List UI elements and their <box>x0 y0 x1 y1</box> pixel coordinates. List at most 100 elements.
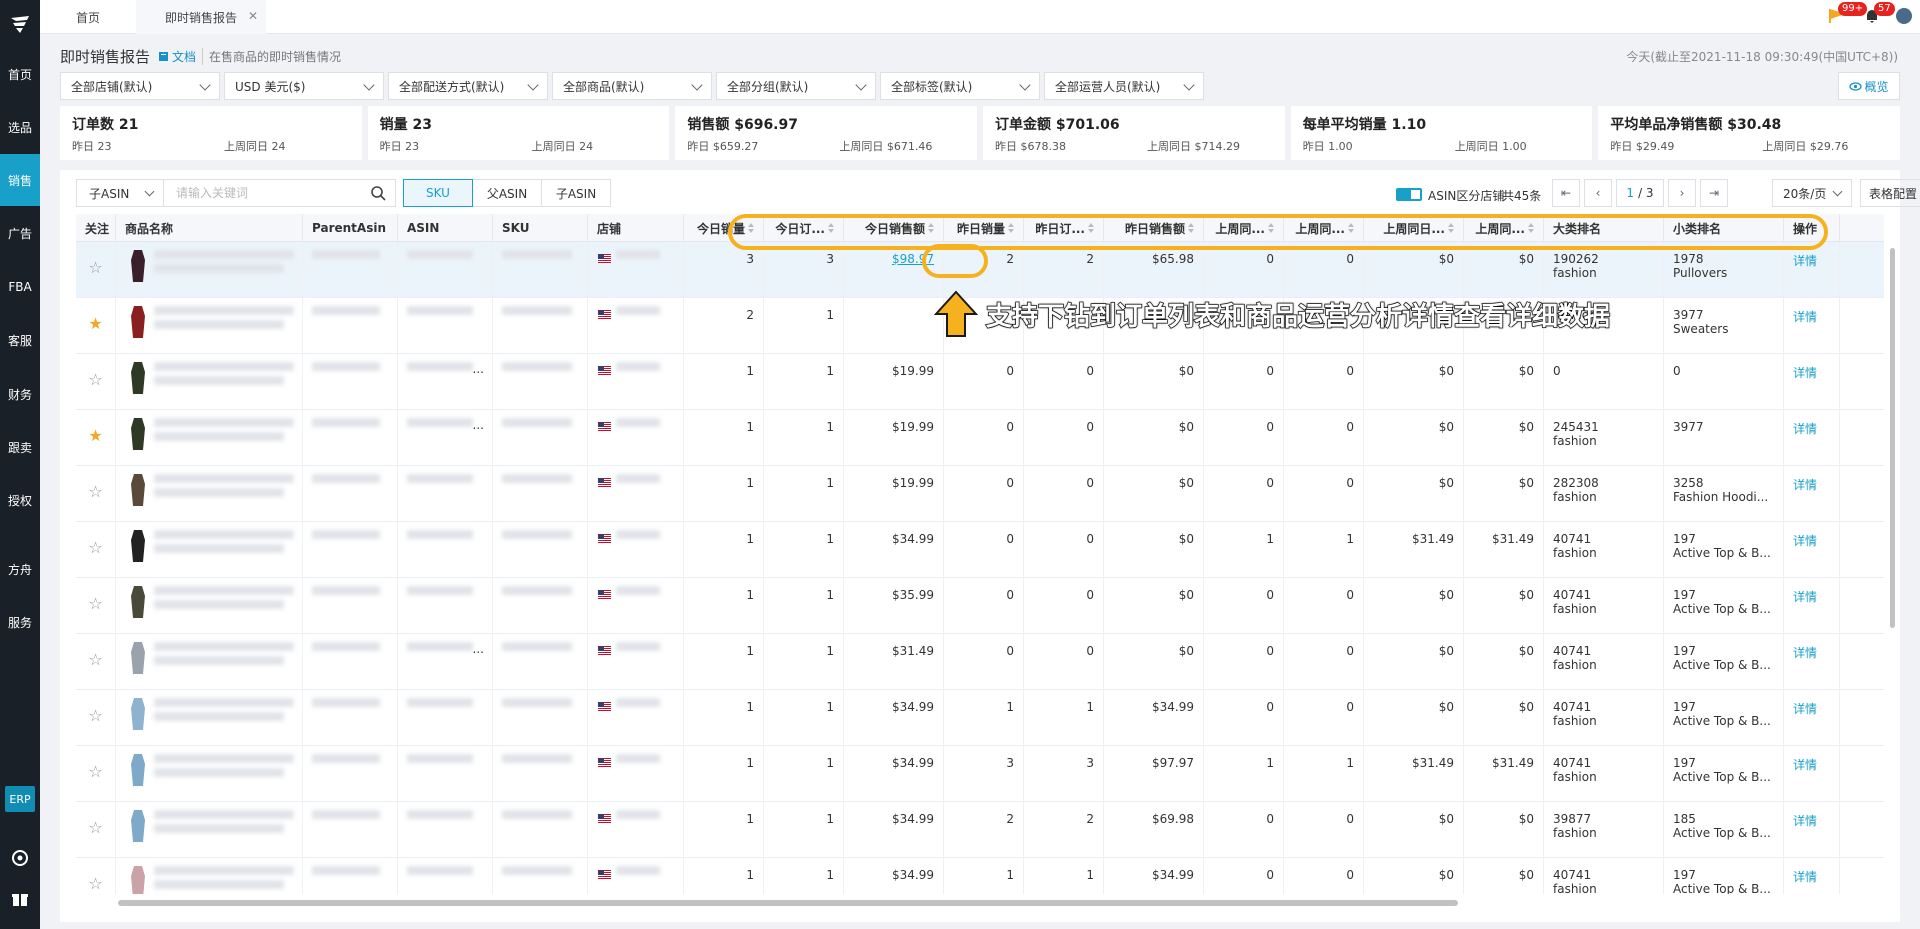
product-cell[interactable] <box>116 298 303 354</box>
table-row[interactable]: ☆ 1 1 $34.99 0 0 $0 1 1 $31.49 $31.49 40741 fashion 1… <box>76 522 1884 578</box>
col-today-sales-cell[interactable]: $34.99 <box>844 690 944 746</box>
detail-link[interactable]: 详情 <box>1793 758 1817 772</box>
asin-shop-toggle[interactable] <box>1396 188 1422 201</box>
last-page-button[interactable]: ⇥ <box>1700 179 1728 207</box>
sidebar-item-customer-service[interactable]: 客服 <box>0 314 40 366</box>
page-size-select[interactable]: 20条/页 <box>1772 179 1852 207</box>
tab-home[interactable]: 首页 <box>40 0 136 34</box>
product-cell[interactable] <box>116 522 303 578</box>
segment-sku[interactable]: SKU <box>403 179 473 207</box>
cell-value[interactable]: $19.99 <box>892 364 934 378</box>
product-filter[interactable]: 全部商品(默认) <box>552 72 712 100</box>
col-today-sales-cell[interactable] <box>844 298 944 354</box>
sidebar-item-fba[interactable]: FBA <box>0 261 40 313</box>
table-row[interactable]: ☆ 1 1 $34.99 1 1 $34.99 0 0 $0 $0 40741 fashion 197 Ac… <box>76 858 1884 894</box>
detail-link[interactable]: 详情 <box>1793 310 1817 324</box>
sidebar-item-product-selection[interactable]: 选品 <box>0 101 40 153</box>
cell-value[interactable]: $19.99 <box>892 420 934 434</box>
col-today-sales-cell[interactable]: $34.99 <box>844 746 944 802</box>
app-logo[interactable] <box>8 12 32 36</box>
table-row[interactable]: ☆ 1 1 $34.99 3 3 $97.97 1 1 $31.49 $31.49 40741 fash… <box>76 746 1884 802</box>
col-today-sales-cell[interactable]: $31.49 <box>844 634 944 690</box>
table-row[interactable]: ☆ 1 1 $19.99 0 0 $0 0 0 $0 $0 282308 fashion 3258 Fash… <box>76 466 1884 522</box>
product-cell[interactable] <box>116 242 303 298</box>
product-cell[interactable] <box>116 466 303 522</box>
next-page-button[interactable]: › <box>1668 179 1696 207</box>
detail-link[interactable]: 详情 <box>1793 702 1817 716</box>
table-row[interactable]: ☆... 1 1 $31.49 0 0 $0 0 0 $0 $0 40741 fashion 197 Act… <box>76 634 1884 690</box>
vertical-scrollbar[interactable] <box>1890 248 1895 628</box>
page-indicator[interactable]: 1/ 3 <box>1616 179 1664 207</box>
star-outline-icon[interactable]: ☆ <box>76 858 116 894</box>
col-today-sales-cell[interactable]: $34.99 <box>844 858 944 894</box>
sidebar-item-finance[interactable]: 财务 <box>0 368 40 420</box>
gift-icon[interactable] <box>11 890 29 908</box>
cell-value[interactable]: $34.99 <box>892 700 934 714</box>
prev-page-button[interactable]: ‹ <box>1584 179 1612 207</box>
detail-link[interactable]: 详情 <box>1793 534 1817 548</box>
avatar[interactable] <box>1896 8 1912 24</box>
detail-link[interactable]: 详情 <box>1793 870 1817 884</box>
product-cell[interactable] <box>116 746 303 802</box>
fulfillment-filter[interactable]: 全部配送方式(默认) <box>388 72 548 100</box>
star-outline-icon[interactable]: ☆ <box>76 242 116 298</box>
sidebar-item-follow-sell[interactable]: 跟卖 <box>0 421 40 473</box>
star-outline-icon[interactable]: ☆ <box>76 802 116 858</box>
table-row[interactable]: ☆... 1 1 $19.99 0 0 $0 0 0 $0 $0 0 0 详情 <box>76 354 1884 410</box>
star-outline-icon[interactable]: ☆ <box>76 690 116 746</box>
search-input[interactable] <box>164 179 396 207</box>
sidebar-item-services[interactable]: 服务 <box>0 596 40 648</box>
close-icon[interactable]: ✕ <box>248 9 258 23</box>
detail-link[interactable]: 详情 <box>1793 366 1817 380</box>
table-config-button[interactable]: 表格配置 <box>1860 179 1920 207</box>
star-filled-icon[interactable]: ★ <box>76 298 116 354</box>
detail-link[interactable]: 详情 <box>1793 254 1817 268</box>
product-cell[interactable] <box>116 410 303 466</box>
group-filter[interactable]: 全部分组(默认) <box>716 72 876 100</box>
doc-link[interactable]: 文档 <box>158 48 196 65</box>
detail-link[interactable]: 详情 <box>1793 814 1817 828</box>
product-cell[interactable] <box>116 354 303 410</box>
col-today-sales-cell[interactable]: $19.99 <box>844 466 944 522</box>
cell-value[interactable]: $34.99 <box>892 756 934 770</box>
detail-link[interactable]: 详情 <box>1793 590 1817 604</box>
table-row[interactable]: ★... 1 1 $19.99 0 0 $0 0 0 $0 $0 245431 fashion 3977 详… <box>76 410 1884 466</box>
table-row[interactable]: ☆ 1 1 $34.99 1 1 $34.99 0 0 $0 $0 40741 fashion 197 Ac… <box>76 690 1884 746</box>
star-outline-icon[interactable]: ☆ <box>76 354 116 410</box>
col-today-sales-cell[interactable]: $34.99 <box>844 802 944 858</box>
segment-child-asin[interactable]: 子ASIN <box>541 179 611 207</box>
detail-link[interactable]: 详情 <box>1793 478 1817 492</box>
sidebar-item-home[interactable]: 首页 <box>0 48 40 100</box>
cell-value[interactable]: $34.99 <box>892 868 934 882</box>
table-row[interactable]: ★ 2 1 fashion 3977 Sweaters 详情 <box>76 298 1884 354</box>
tag-filter[interactable]: 全部标签(默认) <box>880 72 1040 100</box>
cell-value[interactable]: $31.49 <box>892 644 934 658</box>
cell-value[interactable]: $34.99 <box>892 532 934 546</box>
col-today-sales-cell[interactable]: $19.99 <box>844 354 944 410</box>
product-cell[interactable] <box>116 802 303 858</box>
product-cell[interactable] <box>116 578 303 634</box>
operator-filter[interactable]: 全部运营人员(默认) <box>1044 72 1204 100</box>
tab-instant-sales-report[interactable]: 即时销售报告 ✕ <box>136 0 266 34</box>
sidebar-item-sales[interactable]: 销售 <box>0 154 40 206</box>
first-page-button[interactable]: ⇤ <box>1552 179 1580 207</box>
segment-parent-asin[interactable]: 父ASIN <box>472 179 542 207</box>
detail-link[interactable]: 详情 <box>1793 422 1817 436</box>
cell-value[interactable]: $19.99 <box>892 476 934 490</box>
shop-filter[interactable]: 全部店铺(默认) <box>60 72 220 100</box>
col-today-sales-cell[interactable]: $35.99 <box>844 578 944 634</box>
col-today-sales-cell[interactable]: $19.99 <box>844 410 944 466</box>
horizontal-scrollbar[interactable] <box>118 900 1458 906</box>
cell-value[interactable]: $35.99 <box>892 588 934 602</box>
overview-button[interactable]: 概览 <box>1838 72 1900 100</box>
sidebar-item-ads[interactable]: 广告 <box>0 207 40 259</box>
col-today-sales-cell[interactable]: $34.99 <box>844 522 944 578</box>
star-filled-icon[interactable]: ★ <box>76 410 116 466</box>
star-outline-icon[interactable]: ☆ <box>76 634 116 690</box>
product-cell[interactable] <box>116 690 303 746</box>
detail-link[interactable]: 详情 <box>1793 646 1817 660</box>
table-row[interactable]: ☆ 1 1 $34.99 2 2 $69.98 0 0 $0 $0 39877 fashion 185 Ac… <box>76 802 1884 858</box>
star-outline-icon[interactable]: ☆ <box>76 466 116 522</box>
sidebar-item-authorization[interactable]: 授权 <box>0 474 40 526</box>
product-cell[interactable] <box>116 858 303 894</box>
